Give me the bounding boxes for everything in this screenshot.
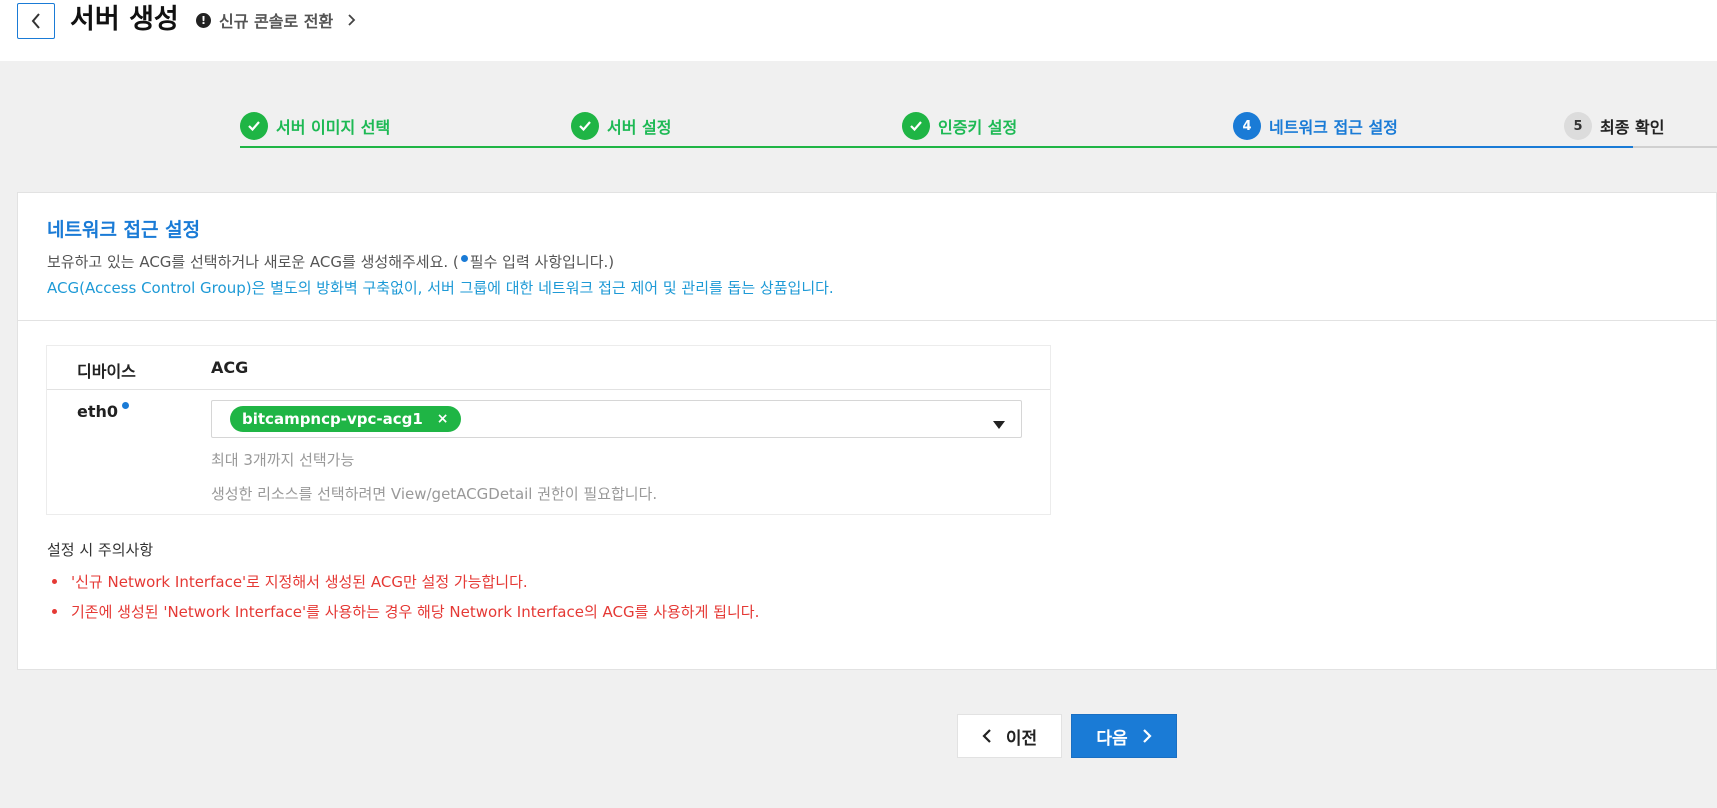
chevron-right-icon: [347, 13, 356, 27]
acg-table: 디바이스 ACG eth0 bitcampncp-vpc-acg1 × 최대 3…: [46, 345, 1051, 515]
previous-button[interactable]: 이전: [957, 714, 1062, 758]
device-name: eth0: [77, 402, 130, 421]
column-header-device: 디바이스: [77, 362, 136, 381]
step-final-confirm: 5 최종 확인: [1564, 104, 1664, 148]
remove-tag-icon[interactable]: ×: [437, 411, 449, 427]
acg-select[interactable]: bitcampncp-vpc-acg1 ×: [211, 400, 1022, 438]
back-button[interactable]: [17, 3, 55, 39]
description-text: 보유하고 있는 ACG를 선택하거나 새로운 ACG를 생성해주세요. (: [47, 253, 459, 271]
section-description: 보유하고 있는 ACG를 선택하거나 새로운 ACG를 생성해주세요. ( 필수…: [47, 251, 614, 272]
card-header: 네트워크 접근 설정 보유하고 있는 ACG를 선택하거나 새로운 ACG를 생…: [18, 193, 1716, 321]
note-text: 기존에 생성된 'Network Interface'를 사용하는 경우 해당 …: [71, 603, 760, 621]
chevron-right-icon: [1142, 728, 1152, 744]
note-text: '신규 Network Interface'로 지정해서 생성된 ACG만 설정…: [71, 573, 528, 591]
caret-down-icon[interactable]: [993, 414, 1005, 433]
chevron-left-icon: [31, 13, 40, 29]
step-label: 인증키 설정: [938, 118, 1018, 137]
next-label: 다음: [1096, 728, 1128, 749]
bullet-icon: [52, 579, 57, 584]
page-title: 서버 생성: [70, 4, 179, 35]
step-server-image: 서버 이미지 선택: [240, 104, 390, 148]
check-icon: [902, 112, 930, 140]
selected-acg-tag: bitcampncp-vpc-acg1 ×: [230, 406, 461, 432]
step-server-settings: 서버 설정: [571, 104, 671, 148]
step-progress-line-done: [240, 146, 1300, 148]
step-label: 서버 이미지 선택: [276, 118, 391, 137]
required-dot-icon: [122, 402, 130, 409]
acg-description: ACG(Access Control Group)은 별도의 방화벽 구축없이,…: [47, 279, 834, 297]
section-title: 네트워크 접근 설정: [47, 219, 201, 241]
check-icon: [240, 112, 268, 140]
note-item: 기존에 생성된 'Network Interface'를 사용하는 경우 해당 …: [52, 601, 759, 622]
required-dot-icon: [460, 255, 468, 262]
acg-permission-hint: 생성한 리소스를 선택하려면 View/getACGDetail 권한이 필요합…: [211, 485, 658, 503]
previous-label: 이전: [1005, 728, 1038, 749]
notes-title: 설정 시 주의사항: [47, 541, 154, 559]
acg-table-header: 디바이스 ACG: [47, 346, 1050, 390]
info-icon: !: [196, 12, 211, 28]
step-number: 5: [1564, 112, 1592, 140]
acg-tag-label: bitcampncp-vpc-acg1: [242, 410, 423, 428]
step-label: 네트워크 접근 설정: [1269, 118, 1398, 137]
step-network-access: 4 네트워크 접근 설정: [1233, 104, 1398, 148]
network-access-card: 네트워크 접근 설정 보유하고 있는 ACG를 선택하거나 새로운 ACG를 생…: [17, 192, 1717, 670]
acg-max-hint: 최대 3개까지 선택가능: [211, 451, 355, 469]
step-number: 4: [1233, 112, 1261, 140]
description-text-suffix: 필수 입력 사항입니다.): [469, 253, 615, 271]
step-label: 서버 설정: [607, 118, 672, 137]
switch-console-link[interactable]: ! 신규 콘솔로 전환: [196, 9, 356, 31]
page-header: 서버 생성 ! 신규 콘솔로 전환: [0, 0, 1717, 61]
device-label: eth0: [77, 402, 119, 421]
note-item: '신규 Network Interface'로 지정해서 생성된 ACG만 설정…: [52, 571, 528, 592]
switch-console-label: 신규 콘솔로 전환: [219, 12, 334, 31]
step-auth-key: 인증키 설정: [902, 104, 1017, 148]
column-header-acg: ACG: [211, 358, 249, 377]
step-label: 최종 확인: [1600, 118, 1665, 137]
next-button[interactable]: 다음: [1071, 714, 1177, 758]
bullet-icon: [52, 609, 57, 614]
chevron-left-icon: [982, 728, 992, 744]
check-icon: [571, 112, 599, 140]
step-indicator: 서버 이미지 선택 서버 설정 인증키 설정 4 네트워크 접근 설정 5 최종…: [240, 104, 1717, 148]
